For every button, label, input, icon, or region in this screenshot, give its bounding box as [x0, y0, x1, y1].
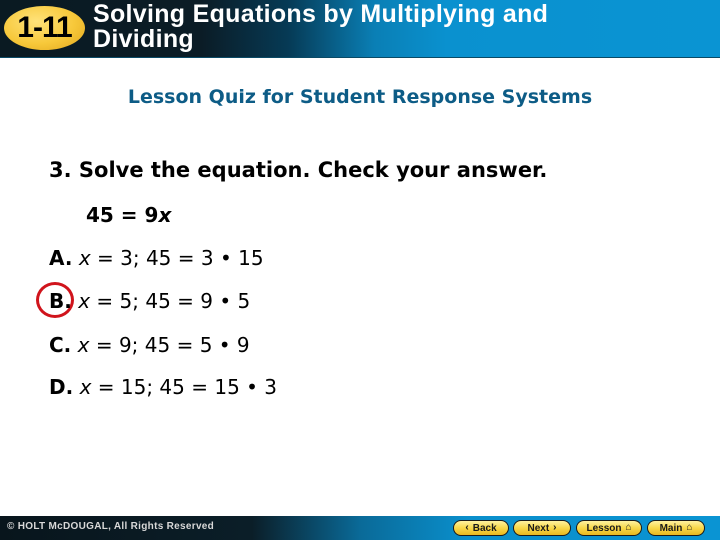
footer-bar: © HOLT McDOUGAL, All Rights Reserved ‹ B… [0, 516, 720, 540]
choice-letter: B. [49, 289, 72, 313]
equation: 45 = 9x [86, 203, 171, 227]
lesson-title-line2: Dividing [93, 25, 195, 53]
choice-letter: D. [49, 375, 74, 399]
choice-b[interactable]: B. x = 5; 45 = 9 • 5 [49, 289, 250, 313]
choice-letter: C. [49, 333, 72, 357]
copyright-text: © HOLT McDOUGAL, All Rights Reserved [7, 521, 215, 532]
lesson-title: Solving Equations by Multiplying and Div… [93, 2, 548, 52]
choice-variable: x [77, 333, 90, 357]
choice-variable: x [78, 246, 91, 270]
back-button[interactable]: ‹ Back [453, 520, 509, 536]
choice-text: = 9; 45 = 5 • 9 [89, 333, 250, 357]
lesson-button[interactable]: Lesson ⌂ [576, 520, 642, 536]
lesson-label: Lesson [586, 522, 622, 534]
choice-a[interactable]: A. x = 3; 45 = 3 • 15 [49, 246, 264, 270]
next-button[interactable]: Next › [513, 520, 571, 536]
choice-text: = 3; 45 = 3 • 15 [90, 246, 264, 270]
choice-variable: x [79, 375, 92, 399]
choice-letter: A. [49, 246, 73, 270]
header-bar: 1-11 Solving Equations by Multiplying an… [0, 0, 720, 58]
home-icon: ⌂ [625, 522, 632, 533]
quiz-subtitle: Lesson Quiz for Student Response Systems [127, 86, 593, 108]
lesson-number-badge: 1-11 [4, 6, 85, 50]
choice-text: = 15; 45 = 15 • 3 [91, 375, 278, 399]
main-button[interactable]: Main ⌂ [647, 520, 705, 536]
home-icon: ⌂ [686, 522, 693, 533]
next-label: Next [527, 522, 550, 534]
lesson-number: 1-11 [17, 11, 72, 44]
main-label: Main [659, 522, 683, 534]
back-label: Back [472, 522, 497, 534]
lesson-title-line1: Solving Equations by Multiplying and [93, 0, 549, 28]
choice-variable: x [78, 289, 91, 313]
choice-d[interactable]: D. x = 15; 45 = 15 • 3 [49, 375, 277, 399]
chevron-left-icon: ‹ [465, 522, 469, 533]
choice-text: = 5; 45 = 9 • 5 [90, 289, 251, 313]
chevron-right-icon: › [553, 522, 557, 533]
question-text: 3. Solve the equation. Check your answer… [49, 158, 548, 182]
choice-c[interactable]: C. x = 9; 45 = 5 • 9 [49, 333, 250, 357]
equation-left: 45 = 9 [86, 203, 159, 227]
equation-variable: x [158, 203, 172, 227]
